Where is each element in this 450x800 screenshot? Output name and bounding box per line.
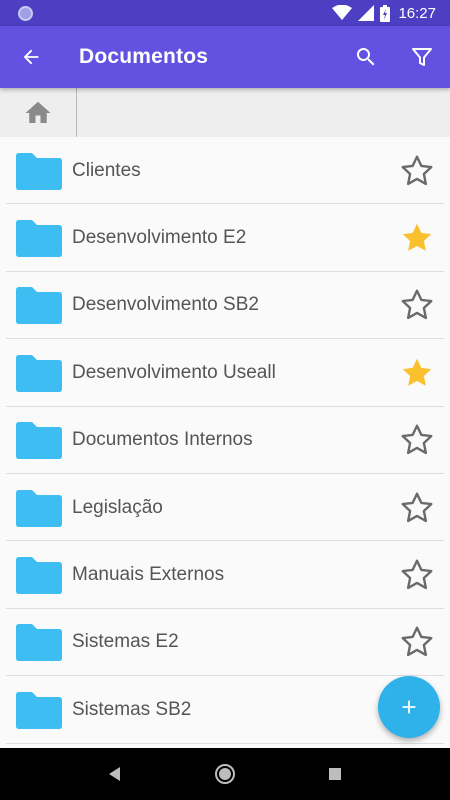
status-bar: 16:27 bbox=[0, 0, 450, 26]
folder-name: Sistemas E2 bbox=[72, 631, 179, 653]
search-button[interactable] bbox=[338, 26, 394, 88]
folder-row[interactable]: Documentos Internos bbox=[0, 407, 450, 475]
status-time: 16:27 bbox=[398, 4, 436, 22]
star-filled-icon[interactable] bbox=[387, 343, 447, 403]
battery-icon bbox=[380, 4, 391, 22]
folder-name: Desenvolvimento E2 bbox=[72, 227, 247, 249]
triangle-back-icon bbox=[109, 767, 120, 781]
folder-row[interactable]: Desenvolvimento Useall bbox=[0, 339, 450, 407]
filter-icon bbox=[412, 48, 432, 66]
star-outline-icon[interactable] bbox=[387, 478, 447, 538]
signal-icon bbox=[358, 5, 375, 21]
nav-recents-button[interactable] bbox=[310, 748, 360, 800]
star-outline-icon[interactable] bbox=[387, 612, 447, 672]
notification-icon bbox=[18, 5, 33, 21]
navigation-bar bbox=[0, 748, 450, 800]
plus-icon bbox=[402, 700, 416, 714]
wifi-icon bbox=[332, 5, 353, 21]
back-button[interactable] bbox=[0, 26, 62, 88]
folder-icon bbox=[16, 152, 62, 190]
star-filled-icon[interactable] bbox=[387, 208, 447, 268]
nav-back-button[interactable] bbox=[90, 748, 140, 800]
folder-row[interactable]: Desenvolvimento SB2 bbox=[0, 272, 450, 340]
nav-home-button[interactable] bbox=[200, 748, 250, 800]
folder-row[interactable]: Sistemas E2 bbox=[0, 609, 450, 677]
folder-row[interactable]: Legislação bbox=[0, 474, 450, 542]
folder-row[interactable]: Manuais Externos bbox=[0, 541, 450, 610]
folder-row[interactable]: Clientes bbox=[0, 137, 450, 205]
arrow-back-icon bbox=[23, 49, 39, 65]
folder-name: Legislação bbox=[72, 496, 163, 518]
folder-icon bbox=[16, 489, 62, 527]
filter-button[interactable] bbox=[394, 26, 450, 88]
folder-name: Desenvolvimento SB2 bbox=[72, 294, 259, 316]
folder-name: Clientes bbox=[72, 159, 141, 181]
folder-icon bbox=[16, 421, 62, 460]
folder-name: Manuais Externos bbox=[72, 564, 225, 586]
folder-name: Sistemas SB2 bbox=[72, 698, 192, 720]
search-icon bbox=[357, 48, 375, 66]
page-title: Documentos bbox=[79, 45, 209, 68]
folder-name: Documentos Internos bbox=[72, 429, 253, 451]
circle-home-icon bbox=[215, 764, 235, 784]
app-bar: Documentos bbox=[0, 26, 450, 88]
home-icon bbox=[25, 101, 51, 123]
add-button[interactable] bbox=[378, 676, 440, 738]
square-recents-icon bbox=[329, 768, 341, 780]
star-outline-icon[interactable] bbox=[387, 275, 447, 335]
folder-icon bbox=[16, 219, 62, 258]
star-outline-icon[interactable] bbox=[387, 141, 447, 201]
folder-list: Clientes Desenvolvimento E2 Desenvolviment… bbox=[0, 137, 450, 748]
folder-row[interactable]: Desenvolvimento E2 bbox=[0, 204, 450, 273]
breadcrumb-home-button[interactable] bbox=[0, 88, 77, 137]
folder-icon bbox=[16, 691, 62, 729]
folder-name: Desenvolvimento Useall bbox=[72, 361, 276, 383]
folder-icon bbox=[16, 354, 62, 392]
star-outline-icon[interactable] bbox=[387, 545, 447, 605]
star-outline-icon[interactable] bbox=[387, 410, 447, 470]
folder-icon bbox=[16, 286, 62, 325]
folder-icon bbox=[16, 556, 62, 595]
breadcrumb bbox=[0, 88, 450, 137]
folder-icon bbox=[16, 623, 62, 662]
